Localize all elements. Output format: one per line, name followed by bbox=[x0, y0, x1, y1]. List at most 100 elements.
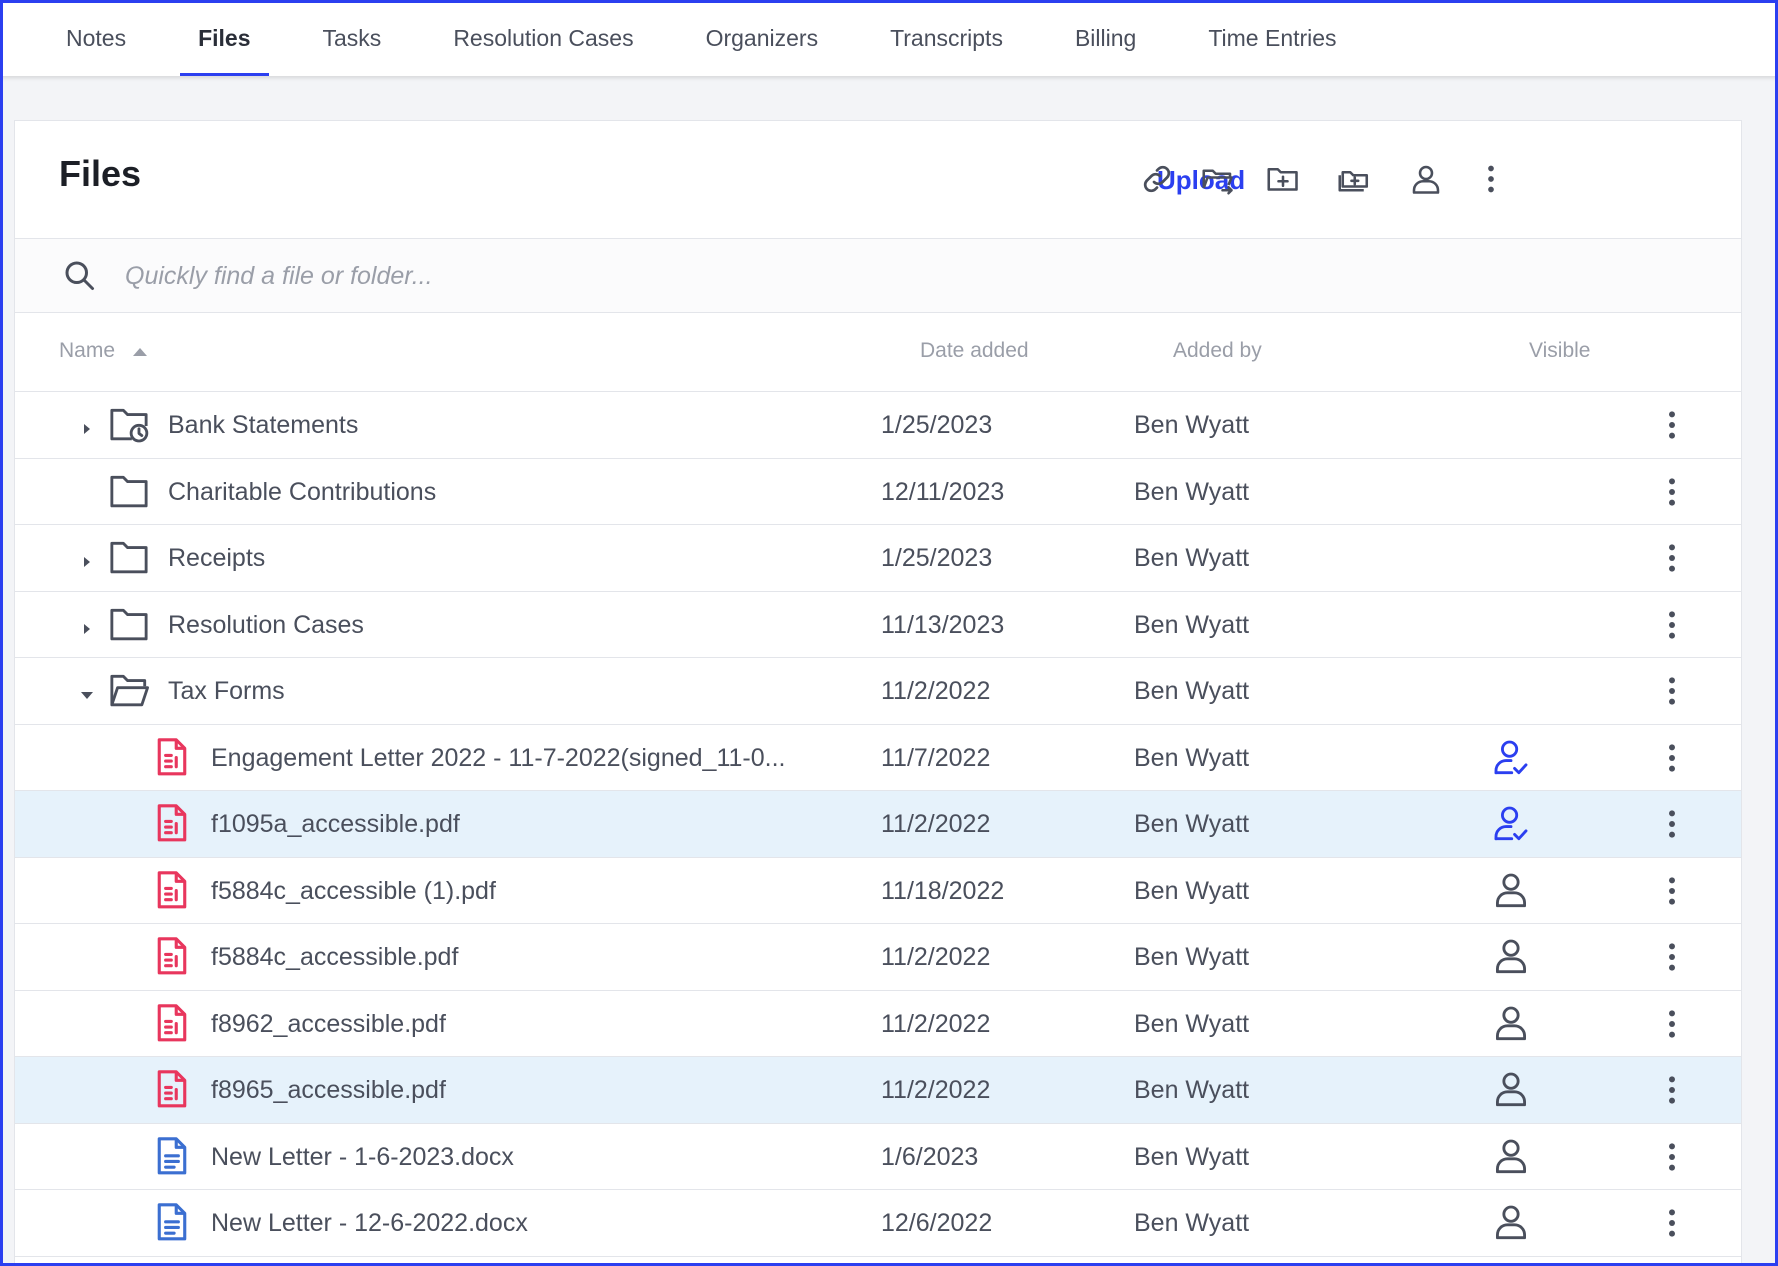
row-date: 12/6/2022 bbox=[881, 1209, 993, 1237]
row-more-icon[interactable] bbox=[1655, 1007, 1689, 1043]
pdf-file-icon bbox=[155, 870, 189, 910]
sort-ascending-icon[interactable] bbox=[133, 348, 147, 356]
row-more-icon[interactable] bbox=[1655, 1206, 1689, 1242]
row-date: 1/6/2023 bbox=[881, 1142, 979, 1171]
pdf-file-icon bbox=[155, 1003, 189, 1043]
tab-bar: Notes Files Tasks Resolution Cases Organizer… bbox=[0, 0, 1778, 76]
expand-caret-icon[interactable] bbox=[79, 549, 95, 567]
row-date: 1/25/2023 bbox=[881, 544, 993, 572]
row-added-by: Ben Wyatt bbox=[1134, 411, 1250, 439]
row-name[interactable]: New Letter - 1-6-2023.docx bbox=[211, 1143, 514, 1172]
row-name[interactable]: Resolution Cases bbox=[168, 611, 364, 640]
row-added-by: Ben Wyatt bbox=[1134, 677, 1250, 705]
user-icon[interactable] bbox=[1491, 1202, 1531, 1242]
user-icon[interactable] bbox=[1406, 159, 1446, 199]
doc-file-icon bbox=[155, 1202, 189, 1242]
folder-row[interactable]: Tax Forms 11/2/2022 Ben Wyatt bbox=[15, 658, 1741, 725]
row-added-by: Ben Wyatt bbox=[1134, 544, 1250, 572]
row-date: 11/2/2022 bbox=[881, 677, 991, 705]
row-more-icon[interactable] bbox=[1655, 1073, 1689, 1109]
row-name[interactable]: Charitable Contributions bbox=[168, 478, 436, 507]
tab-billing[interactable]: Billing bbox=[1057, 0, 1154, 76]
add-folder-icon[interactable] bbox=[1263, 159, 1303, 199]
row-more-icon[interactable] bbox=[1655, 674, 1689, 710]
client-visible-user-icon[interactable] bbox=[1491, 803, 1531, 843]
row-more-icon[interactable] bbox=[1655, 608, 1689, 644]
row-name[interactable]: Bank Statements bbox=[168, 411, 358, 440]
row-more-icon[interactable] bbox=[1655, 940, 1689, 976]
more-vertical-icon[interactable] bbox=[1471, 159, 1511, 199]
row-more-icon[interactable] bbox=[1655, 475, 1689, 511]
row-date: 11/2/2022 bbox=[881, 810, 991, 838]
client-visible-user-icon[interactable] bbox=[1491, 737, 1531, 777]
row-date: 11/18/2022 bbox=[881, 876, 1005, 905]
row-name[interactable]: f5884c_accessible (1).pdf bbox=[211, 877, 496, 906]
user-icon[interactable] bbox=[1491, 1003, 1531, 1043]
row-name[interactable]: New Letter - 12-6-2022.docx bbox=[211, 1209, 528, 1238]
tab-transcripts[interactable]: Transcripts bbox=[872, 0, 1021, 76]
row-more-icon[interactable] bbox=[1655, 541, 1689, 577]
user-icon[interactable] bbox=[1491, 1069, 1531, 1109]
file-list: Bank Statements 1/25/2023 Ben Wyatt Charita… bbox=[15, 392, 1741, 1257]
row-name[interactable]: Receipts bbox=[168, 544, 265, 573]
tab-resolution-cases[interactable]: Resolution Cases bbox=[435, 0, 651, 76]
tab-files[interactable]: Files bbox=[180, 0, 269, 76]
expand-caret-icon[interactable] bbox=[79, 416, 95, 434]
tab-time-entries[interactable]: Time Entries bbox=[1190, 0, 1354, 76]
column-name-header[interactable]: Name bbox=[59, 339, 115, 363]
folder-row[interactable]: Resolution Cases 11/13/2023 Ben Wyatt bbox=[15, 592, 1741, 658]
row-more-icon[interactable] bbox=[1655, 807, 1689, 843]
user-icon[interactable] bbox=[1491, 870, 1531, 910]
doc-file-icon bbox=[155, 1136, 189, 1176]
expand-caret-icon[interactable] bbox=[79, 616, 95, 634]
tab-notes[interactable]: Notes bbox=[48, 0, 144, 76]
row-added-by: Ben Wyatt bbox=[1134, 1142, 1250, 1171]
user-icon[interactable] bbox=[1491, 1136, 1531, 1176]
file-row[interactable]: f8962_accessible.pdf 11/2/2022 Ben Wyatt bbox=[15, 991, 1741, 1057]
row-added-by: Ben Wyatt bbox=[1134, 943, 1250, 971]
row-added-by: Ben Wyatt bbox=[1134, 876, 1250, 905]
row-more-icon[interactable] bbox=[1655, 874, 1689, 910]
tab-tasks[interactable]: Tasks bbox=[305, 0, 400, 76]
pdf-file-icon bbox=[155, 803, 189, 843]
pdf-file-icon bbox=[155, 737, 189, 777]
row-date: 11/2/2022 bbox=[881, 1009, 991, 1038]
row-date: 11/13/2023 bbox=[881, 610, 1005, 639]
table-header: Name Date added Added by Visible bbox=[15, 313, 1741, 392]
row-name[interactable]: Tax Forms bbox=[168, 677, 285, 706]
file-row[interactable]: f1095a_accessible.pdf 11/2/2022 Ben Wyatt bbox=[15, 791, 1741, 858]
add-folders-icon[interactable] bbox=[1334, 159, 1374, 199]
file-row[interactable]: f8965_accessible.pdf 11/2/2022 Ben Wyatt bbox=[15, 1057, 1741, 1124]
column-date-header[interactable]: Date added bbox=[920, 339, 1029, 363]
row-name[interactable]: f1095a_accessible.pdf bbox=[211, 810, 460, 839]
file-row[interactable]: Engagement Letter 2022 - 11-7-2022(signe… bbox=[15, 725, 1741, 791]
column-visible-header: Visible bbox=[1529, 339, 1591, 362]
move-folder-icon[interactable] bbox=[1198, 159, 1238, 199]
search-icon bbox=[65, 261, 94, 290]
row-name[interactable]: Engagement Letter 2022 - 11-7-2022(signe… bbox=[211, 744, 785, 773]
row-name[interactable]: f8962_accessible.pdf bbox=[211, 1010, 446, 1039]
file-row[interactable]: f5884c_accessible.pdf 11/2/2022 Ben Wyatt bbox=[15, 924, 1741, 991]
folder-row[interactable]: Receipts 1/25/2023 Ben Wyatt bbox=[15, 525, 1741, 592]
row-added-by: Ben Wyatt bbox=[1134, 810, 1250, 838]
folder-row[interactable]: Charitable Contributions 12/11/2023 Ben Wy… bbox=[15, 459, 1741, 525]
page-title: Files bbox=[59, 153, 142, 194]
pdf-file-icon bbox=[155, 1069, 189, 1109]
row-name[interactable]: f8965_accessible.pdf bbox=[211, 1076, 446, 1105]
folder-icon bbox=[109, 539, 149, 577]
row-name[interactable]: f5884c_accessible.pdf bbox=[211, 943, 458, 972]
file-row[interactable]: New Letter - 1-6-2023.docx 1/6/2023 Ben Wy… bbox=[15, 1124, 1741, 1190]
folder-row[interactable]: Bank Statements 1/25/2023 Ben Wyatt bbox=[15, 392, 1741, 459]
user-icon[interactable] bbox=[1491, 936, 1531, 976]
row-more-icon[interactable] bbox=[1655, 1140, 1689, 1176]
row-more-icon[interactable] bbox=[1655, 741, 1689, 777]
file-row[interactable]: f5884c_accessible (1).pdf 11/18/2022 Ben W… bbox=[15, 858, 1741, 924]
row-date: 11/2/2022 bbox=[881, 1076, 991, 1104]
search-input[interactable] bbox=[125, 253, 1625, 299]
tab-organizers[interactable]: Organizers bbox=[688, 0, 836, 76]
link-icon[interactable] bbox=[1137, 159, 1177, 199]
column-added-by-header[interactable]: Added by bbox=[1173, 339, 1262, 363]
file-row[interactable]: New Letter - 12-6-2022.docx 12/6/2022 Ben … bbox=[15, 1190, 1741, 1257]
row-more-icon[interactable] bbox=[1655, 408, 1689, 444]
collapse-caret-icon[interactable] bbox=[79, 682, 95, 700]
